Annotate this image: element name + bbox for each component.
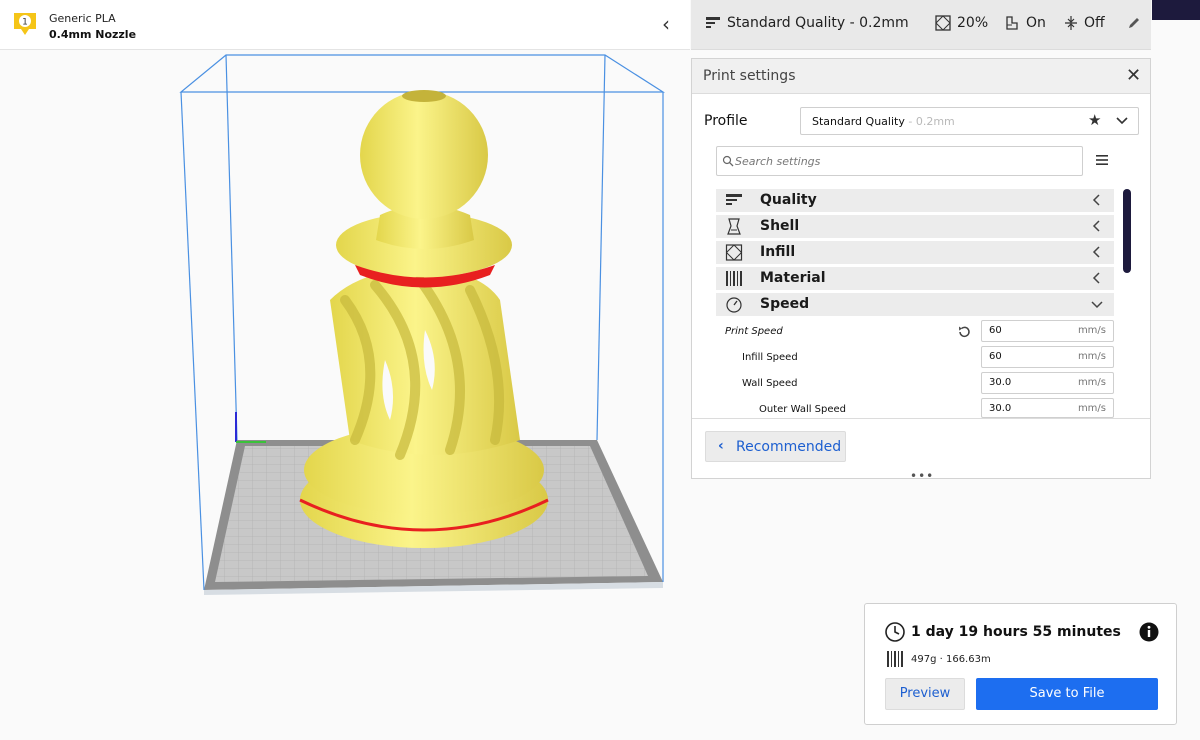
category-label: Material: [760, 270, 826, 286]
category-infill[interactable]: Infill: [716, 241, 1114, 264]
setting-label-outer-wall-speed: Outer Wall Speed: [759, 404, 847, 415]
setting-value: 60: [989, 325, 1002, 336]
infill-speed-input[interactable]: 60 mm/s: [981, 346, 1114, 368]
category-label: Quality: [760, 192, 817, 208]
quality-summary-label: Standard Quality - 0.2mm: [727, 15, 909, 31]
print-setup-summary[interactable]: Standard Quality - 0.2mm 20% On Off: [691, 0, 1151, 50]
shell-icon: [727, 218, 741, 235]
category-speed[interactable]: Speed: [716, 293, 1114, 316]
chevron-left-icon: [1092, 272, 1100, 284]
panel-title-bar: Print settings ✕: [692, 59, 1150, 94]
chevron-down-icon: [1091, 301, 1103, 309]
material-name: Generic PLA: [49, 12, 116, 25]
quality-summary[interactable]: Standard Quality - 0.2mm: [705, 15, 909, 31]
pencil-icon[interactable]: [1127, 16, 1141, 30]
adhesion-icon: [1065, 16, 1077, 30]
chevron-left-icon: ‹: [718, 438, 724, 454]
support-summary[interactable]: On: [1004, 15, 1046, 31]
panel-title: Print settings: [703, 68, 796, 84]
setting-unit: mm/s: [1077, 351, 1106, 362]
infill-icon: [935, 15, 951, 31]
clock-icon: [885, 622, 905, 642]
speed-icon: [726, 297, 742, 313]
setting-unit: mm/s: [1077, 403, 1106, 414]
chevron-left-icon: [1092, 194, 1100, 206]
profile-label: Profile: [704, 113, 748, 129]
print-settings-panel: Print settings ✕ Profile Standard Qualit…: [691, 58, 1151, 483]
wall-speed-input[interactable]: 30.0 mm/s: [981, 372, 1114, 394]
print-job-action-panel: 1 day 19 hours 55 minutes 497g · 166.63m…: [864, 603, 1177, 725]
3d-viewport[interactable]: [160, 40, 690, 620]
reset-icon[interactable]: [957, 325, 971, 339]
print-time: 1 day 19 hours 55 minutes: [911, 624, 1121, 640]
material-amount: 497g · 166.63m: [911, 654, 991, 665]
profile-dropdown[interactable]: Standard Quality - 0.2mm ★: [800, 107, 1139, 135]
chevron-left-icon: [1092, 246, 1100, 258]
adhesion-summary[interactable]: Off: [1064, 15, 1105, 31]
search-input[interactable]: [735, 152, 1075, 170]
category-quality[interactable]: Quality: [716, 189, 1114, 212]
setting-label-wall-speed: Wall Speed: [742, 378, 798, 389]
support-summary-label: On: [1026, 15, 1046, 31]
setting-value: 30.0: [989, 377, 1012, 388]
settings-scrollbar[interactable]: [1123, 189, 1131, 273]
category-label: Speed: [760, 296, 810, 312]
recommended-button[interactable]: ‹ Recommended: [705, 431, 846, 462]
pawn-model[interactable]: [299, 90, 549, 548]
search-icon: [722, 155, 734, 167]
profile-name-main: Standard Quality: [812, 115, 905, 128]
settings-menu-icon[interactable]: [1095, 153, 1109, 167]
info-icon[interactable]: [1138, 621, 1160, 643]
material-icon: [726, 271, 742, 286]
quality-icon: [726, 194, 742, 205]
setting-unit: mm/s: [1077, 325, 1106, 336]
star-icon[interactable]: ★: [1088, 111, 1101, 129]
extruder-number: 1: [22, 18, 28, 28]
profile-name-suffix: - 0.2mm: [904, 115, 955, 128]
extruder-badge-icon: 1: [14, 13, 36, 35]
category-shell[interactable]: Shell: [716, 215, 1114, 238]
collapse-chevron-icon[interactable]: ‹: [662, 13, 682, 37]
infill-summary-label: 20%: [957, 15, 989, 31]
preview-button[interactable]: Preview: [885, 678, 965, 710]
pawn-model-scene[interactable]: [160, 40, 690, 620]
chevron-left-icon: [1092, 220, 1100, 232]
infill-summary[interactable]: 20%: [935, 15, 988, 31]
profile-name: Standard Quality - 0.2mm: [812, 115, 955, 128]
window-corner: [1152, 0, 1200, 20]
setting-unit: mm/s: [1077, 377, 1106, 388]
support-icon: [1006, 16, 1018, 30]
outer-wall-speed-input[interactable]: 30.0 mm/s: [981, 398, 1114, 418]
setting-value: 30.0: [989, 403, 1012, 414]
category-label: Shell: [760, 218, 800, 234]
category-label: Infill: [760, 244, 796, 260]
resize-handle-icon[interactable]: •••: [910, 469, 934, 483]
setting-label-infill-speed: Infill Speed: [742, 352, 798, 363]
save-to-file-button[interactable]: Save to File: [976, 678, 1158, 710]
close-icon[interactable]: ✕: [1126, 65, 1141, 86]
category-material[interactable]: Material: [716, 267, 1114, 290]
panel-footer: ‹ Recommended •••: [692, 418, 1150, 483]
print-speed-input[interactable]: 60 mm/s: [981, 320, 1114, 342]
nozzle-size: 0.4mm Nozzle: [49, 28, 137, 41]
chevron-down-icon: [1116, 117, 1128, 125]
recommended-label: Recommended: [736, 439, 842, 455]
setting-label-print-speed: Print Speed: [725, 326, 783, 337]
printer-material-header[interactable]: 1 Generic PLA 0.4mm Nozzle ‹: [0, 0, 690, 50]
search-settings-field[interactable]: [716, 146, 1083, 176]
quality-icon: [706, 17, 720, 28]
axis-indicator: [235, 412, 266, 443]
material-icon: [887, 651, 903, 667]
adhesion-summary-label: Off: [1084, 15, 1105, 31]
setting-value: 60: [989, 351, 1002, 362]
infill-icon: [725, 244, 743, 261]
